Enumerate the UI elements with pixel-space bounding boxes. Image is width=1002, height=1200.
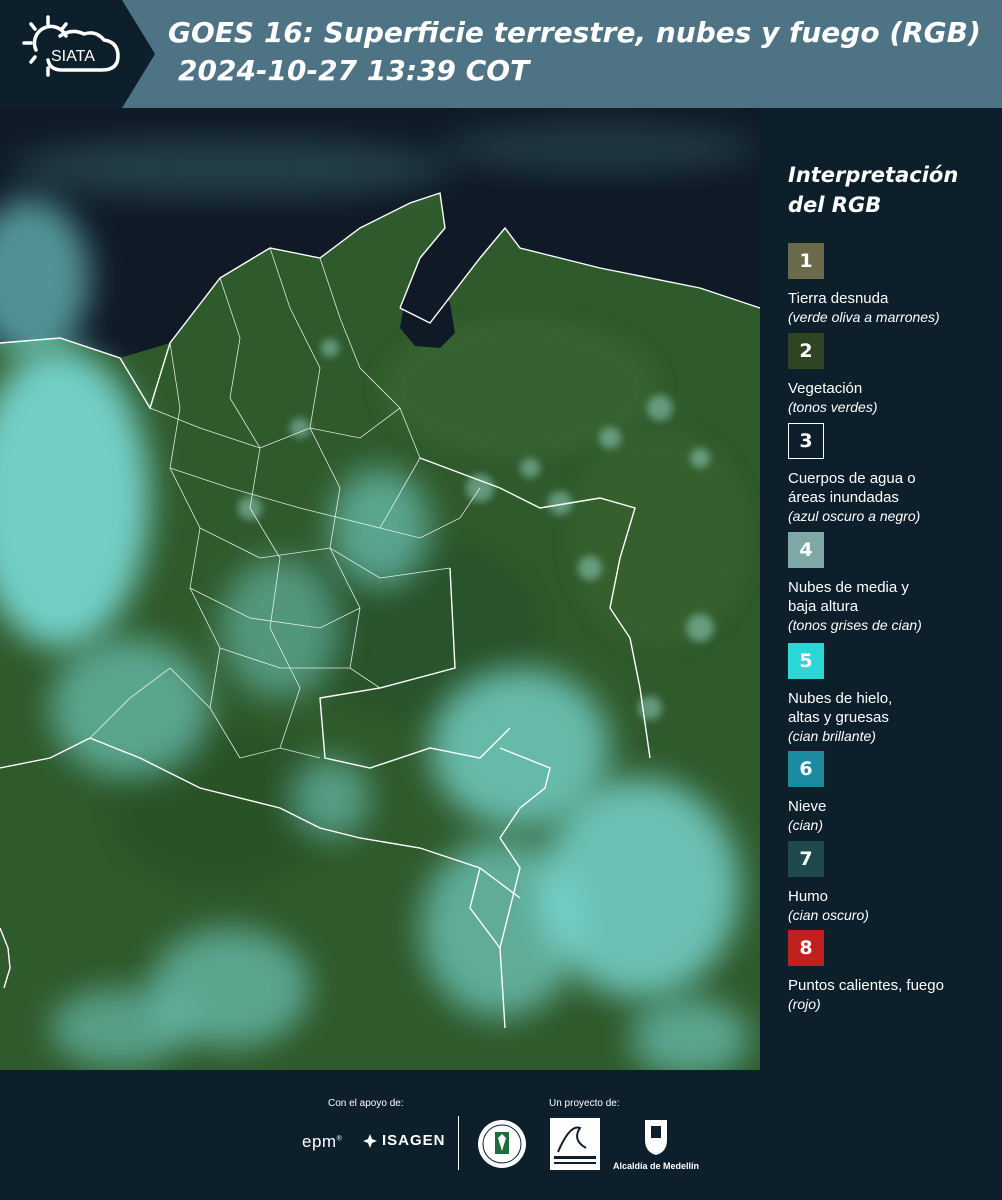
legend-item-hint: (azul oscuro a negro) (788, 508, 921, 524)
legend-item-fire: 8 Puntos calientes, fuego (rojo) (788, 930, 998, 1013)
isagen-text: ISAGEN (382, 1132, 446, 1149)
footer-divider (458, 1116, 459, 1170)
legend-item-label: Cuerpos de agua o áreas inundadas (788, 470, 916, 506)
legend-item-ice-clouds: 5 Nubes de hielo, altas y gruesas (cian … (788, 643, 998, 745)
header: SIATA GOES 16: Superficie terrestre, nub… (0, 0, 1002, 108)
legend-item-label: Puntos calientes, fuego (788, 977, 944, 994)
legend-item-label: Nieve (788, 798, 827, 815)
siata-logo: SIATA (0, 0, 155, 108)
legend-item-label: Nubes de media y baja altura (788, 579, 909, 615)
legend-item-hint: (cian) (788, 817, 824, 833)
area-metropolitana-logo (550, 1118, 600, 1170)
legend-item-label: Nubes de hielo, altas y gruesas (788, 690, 893, 726)
legend-swatch: 6 (788, 751, 824, 787)
support-label: Con el apoyo de: (328, 1098, 404, 1109)
legend-item-mid-low-clouds: 4 Nubes de media y baja altura (tonos gr… (788, 532, 998, 634)
isagen-icon (363, 1133, 377, 1148)
legend-item-water: 3 Cuerpos de agua o áreas inundadas (azu… (788, 423, 998, 525)
legend-title: Interpretación del RGB (788, 160, 988, 220)
legend-swatch: 1 (788, 243, 824, 279)
page-title: GOES 16: Superficie terrestre, nubes y f… (168, 16, 981, 49)
isagen-logo: ISAGEN (362, 1132, 446, 1149)
legend-item-vegetation: 2 Vegetación (tonos verdes) (788, 333, 998, 416)
legend-item-smoke: 7 Humo (cian oscuro) (788, 841, 998, 924)
legend-item-label: Tierra desnuda (788, 290, 889, 307)
legend-item-snow: 6 Nieve (cian) (788, 751, 998, 834)
epm-text: epm (302, 1132, 337, 1151)
logo-text: SIATA (51, 48, 95, 65)
page-subtitle: 2024-10-27 13:39 COT (178, 54, 530, 87)
satellite-map[interactable] (0, 108, 760, 1070)
legend-item-hint: (verde oliva a marrones) (788, 309, 940, 325)
legend-title-line1: Interpretación (788, 163, 959, 187)
alcaldia-text: Alcaldía de Medellín (613, 1161, 700, 1171)
legend-swatch: 7 (788, 841, 824, 877)
legend-item-hint: (cian brillante) (788, 728, 876, 744)
epm-logo: epm® (302, 1132, 343, 1151)
legend-swatch: 5 (788, 643, 824, 679)
legend-swatch: 3 (788, 423, 824, 459)
legend-item-hint: (tonos grises de cian) (788, 617, 922, 633)
legend-item-bare-soil: 1 Tierra desnuda (verde oliva a marrones… (788, 243, 998, 326)
legend-panel: Interpretación del RGB 1 Tierra desnuda … (760, 108, 1002, 1070)
title-block: GOES 16: Superficie terrestre, nubes y f… (168, 14, 998, 90)
legend-swatch: 4 (788, 532, 824, 568)
university-seal-icon (476, 1118, 528, 1175)
legend-item-label: Humo (788, 888, 829, 905)
alcaldia-shield-icon (643, 1118, 669, 1161)
legend-item-hint: (rojo) (788, 996, 821, 1012)
legend-swatch: 2 (788, 333, 824, 369)
legend-item-label: Vegetación (788, 380, 863, 397)
footer: Con el apoyo de: Un proyecto de: epm® IS… (0, 1070, 1002, 1200)
legend-swatch: 8 (788, 930, 824, 966)
legend-item-hint: (tonos verdes) (788, 399, 878, 415)
project-label: Un proyecto de: (549, 1098, 620, 1109)
legend-item-hint: (cian oscuro) (788, 907, 869, 923)
legend-title-line2: del RGB (788, 193, 882, 217)
